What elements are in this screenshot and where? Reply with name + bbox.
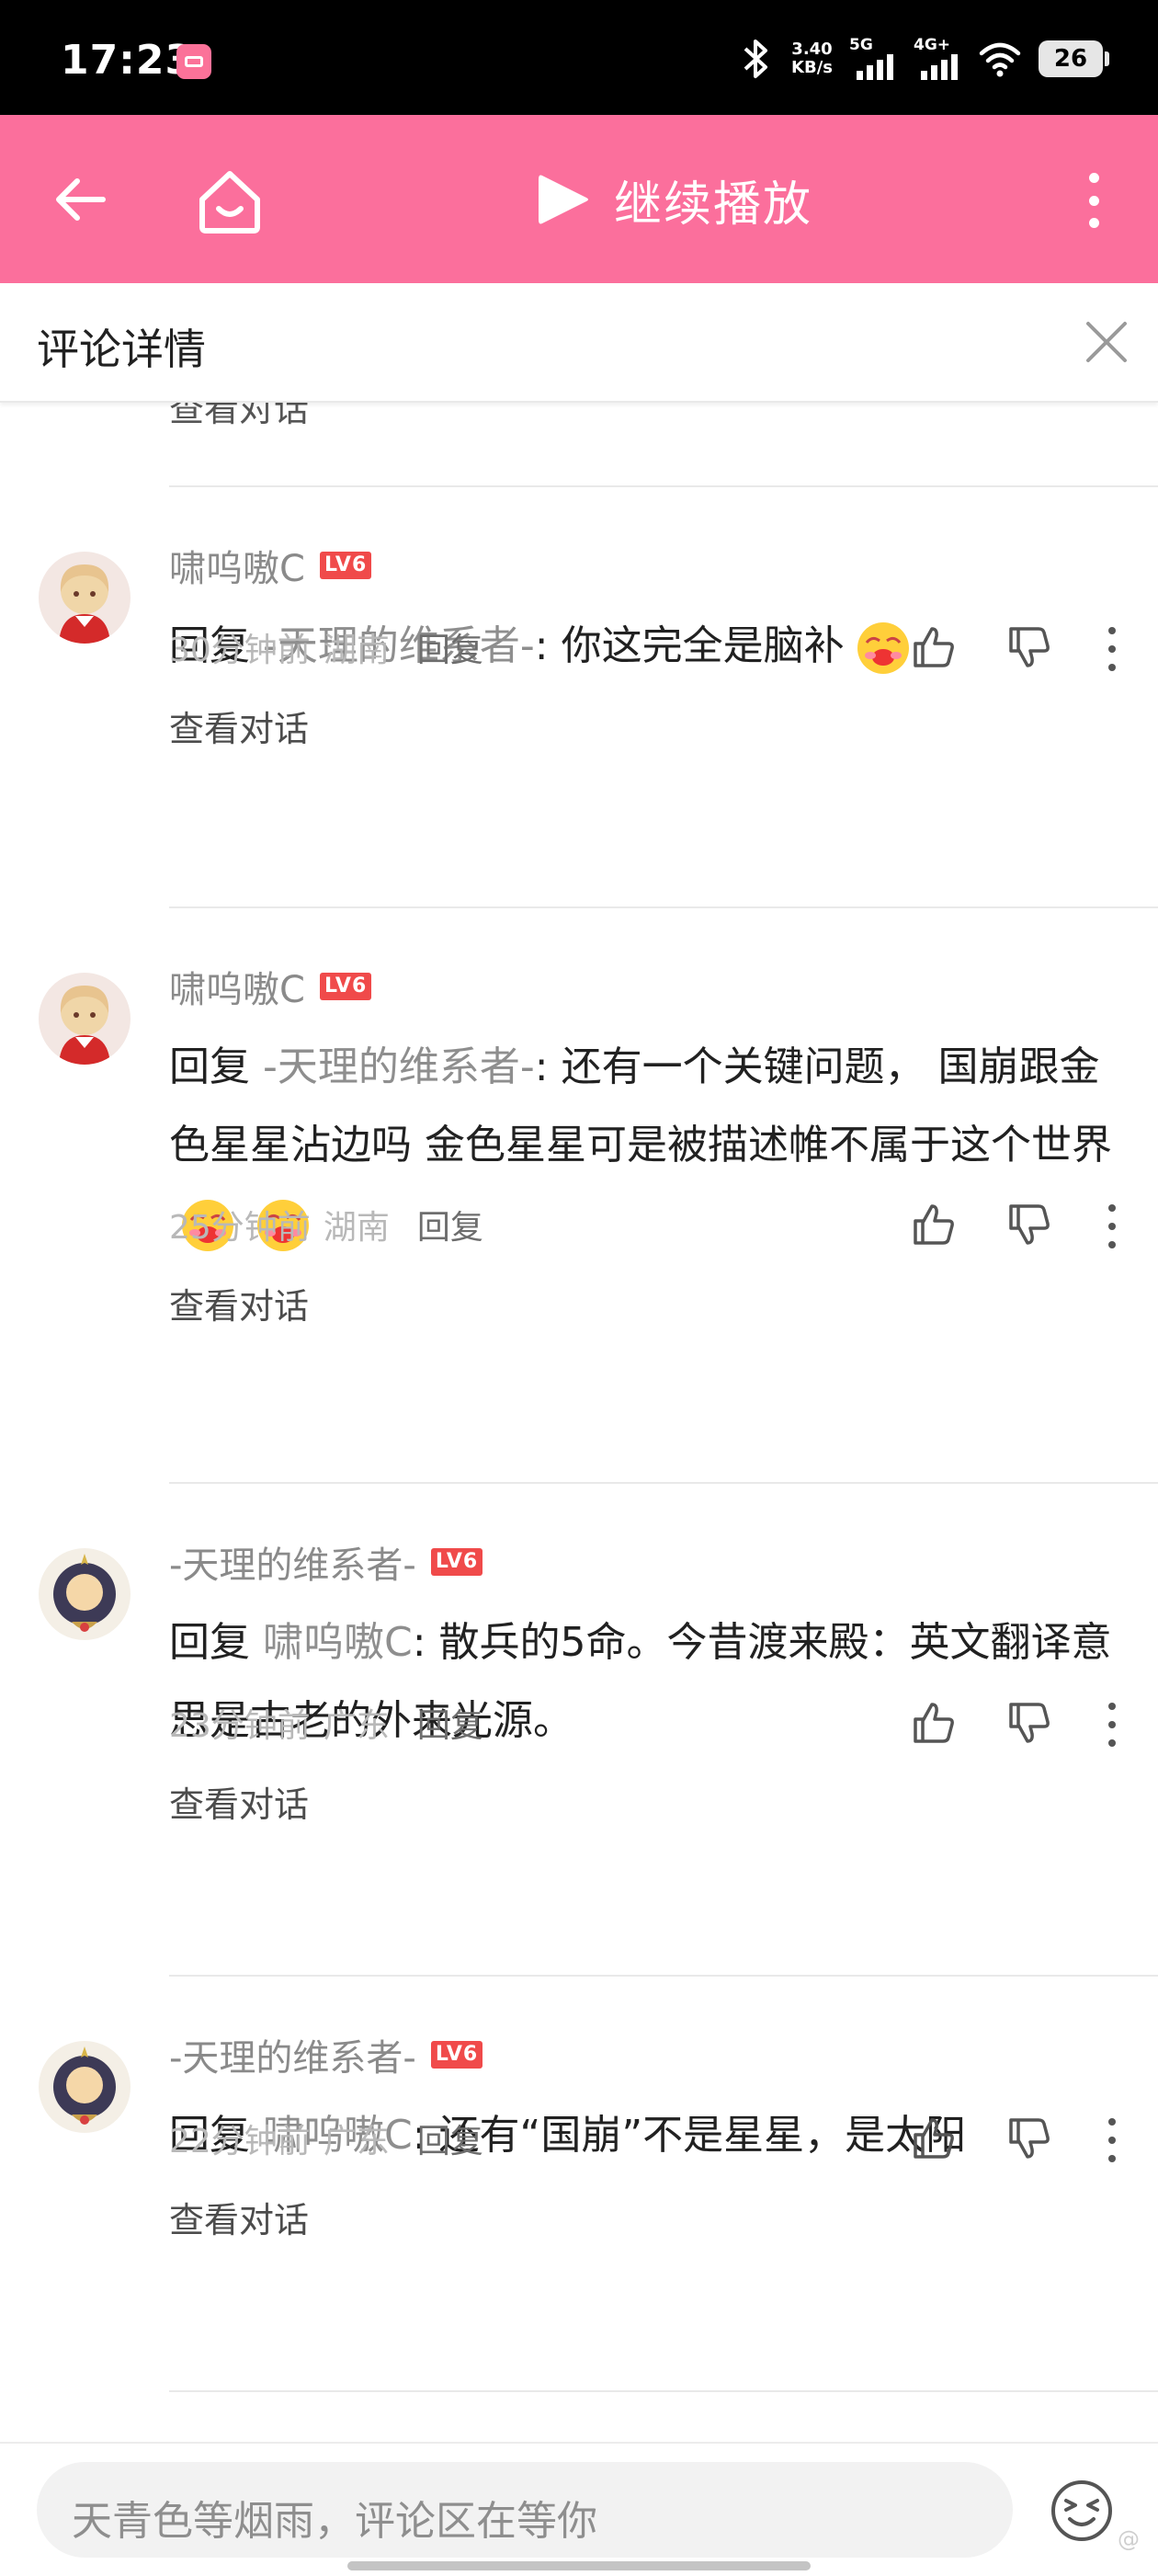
- level-badge: LV6: [430, 2041, 483, 2069]
- comment-region: 湖南: [323, 1209, 390, 1247]
- comment-meta: 23分钟前 广东 回复: [169, 1699, 483, 1747]
- avatar[interactable]: [39, 552, 131, 644]
- comment-input-placeholder: 天青色等烟雨，评论区在等你: [72, 2498, 597, 2545]
- comment-region: 广东: [323, 2123, 390, 2160]
- continue-play-label: 继续播放: [614, 177, 813, 233]
- divider: [169, 2390, 1158, 2392]
- comment-meta: 30分钟前 湖南 回复: [169, 623, 483, 671]
- comment-detail-header: 评论详情: [0, 283, 1158, 403]
- status-time: 17:23: [61, 37, 195, 84]
- reply-mention[interactable]: -天理的维系者-: [263, 1043, 535, 1090]
- reply-button[interactable]: 回复: [417, 1201, 483, 1248]
- view-conversation-link[interactable]: 查看对话: [169, 401, 309, 431]
- app-notification-icon: [176, 44, 211, 79]
- signal-icon: 5G: [849, 36, 897, 82]
- comment-meta: 25分钟前 湖南 回复: [169, 1201, 483, 1248]
- view-conversation-link[interactable]: 查看对话: [169, 1278, 309, 1328]
- more-vertical-icon[interactable]: [1107, 2118, 1118, 2162]
- comment-meta: 22分钟前 广东 回复: [169, 2114, 483, 2162]
- sim1-label: 5G: [849, 36, 873, 54]
- sim2-label: 4G+: [914, 36, 951, 54]
- status-bar: 17:23 3.40 KB/s 5G 4G+ 26: [0, 0, 1158, 115]
- level-badge: LV6: [319, 973, 372, 1000]
- net-speed: 3.40 KB/s: [791, 40, 833, 77]
- comment-list[interactable]: 查看对话 啸呜嗷C LV6 回复 -天理的维系者-: 你这完全是脑补 30分钟前…: [0, 401, 1158, 2442]
- comment-actions: [910, 1199, 1130, 1254]
- home-indicator[interactable]: [347, 2561, 811, 2570]
- more-vertical-icon[interactable]: [1107, 1204, 1118, 1248]
- divider: [169, 1482, 1158, 1484]
- signal-icon: 4G+: [914, 36, 961, 82]
- view-conversation-link[interactable]: 查看对话: [169, 1776, 309, 1827]
- watermark: @: [1118, 2526, 1140, 2552]
- emoji-face-icon[interactable]: [1050, 2479, 1114, 2543]
- more-vertical-icon[interactable]: [1107, 1703, 1118, 1747]
- wifi-icon: [979, 42, 1021, 77]
- avatar[interactable]: [39, 2041, 131, 2133]
- comment-username[interactable]: -天理的维系者- LV6: [169, 1535, 483, 1589]
- comment-input-bar: 天青色等烟雨，评论区在等你: [0, 2442, 1158, 2576]
- comment-username[interactable]: -天理的维系者- LV6: [169, 2028, 483, 2081]
- comment-time: 23分钟前: [169, 1707, 311, 1745]
- view-conversation-link[interactable]: 查看对话: [169, 701, 309, 751]
- reply-button[interactable]: 回复: [417, 623, 483, 671]
- net-speed-value: 3.40: [791, 40, 833, 59]
- thumbs-down-icon[interactable]: [1005, 2114, 1053, 2162]
- back-arrow-icon[interactable]: [51, 170, 110, 229]
- divider: [169, 485, 1158, 487]
- continue-play-button[interactable]: 继续播放: [533, 172, 812, 233]
- thumbs-down-icon[interactable]: [1005, 1201, 1053, 1248]
- battery-level: 26: [1053, 45, 1088, 73]
- avatar[interactable]: [39, 1548, 131, 1640]
- close-icon[interactable]: [1083, 318, 1130, 366]
- comment-time: 22分钟前: [169, 2123, 311, 2160]
- video-toolbar: 继续播放: [0, 115, 1158, 283]
- comment-region: 广东: [323, 1707, 390, 1745]
- view-conversation-link[interactable]: 查看对话: [169, 2192, 309, 2242]
- thumbs-up-icon[interactable]: [910, 1201, 958, 1248]
- divider: [169, 1975, 1158, 1977]
- divider: [169, 906, 1158, 908]
- comment-time: 30分钟前: [169, 632, 311, 669]
- sticker-emoji-icon: [857, 622, 909, 674]
- home-icon[interactable]: [193, 165, 267, 238]
- more-vertical-icon[interactable]: [1086, 173, 1101, 228]
- reply-button[interactable]: 回复: [417, 2114, 483, 2162]
- comment-username[interactable]: 啸呜嗷C LV6: [169, 539, 372, 592]
- level-badge: LV6: [319, 552, 372, 579]
- net-speed-unit: KB/s: [791, 58, 833, 77]
- thumbs-up-icon[interactable]: [910, 2114, 958, 2162]
- battery-icon: 26: [1039, 40, 1109, 77]
- comment-actions: [910, 621, 1130, 677]
- page-title: 评论详情: [37, 325, 206, 374]
- comment-username[interactable]: 啸呜嗷C LV6: [169, 960, 372, 1013]
- level-badge: LV6: [430, 1548, 483, 1576]
- bluetooth-icon: [744, 40, 768, 78]
- status-icons: 3.40 KB/s 5G 4G+ 26: [738, 31, 1109, 86]
- comment-time: 25分钟前: [169, 1209, 311, 1247]
- thumbs-down-icon[interactable]: [1005, 1699, 1053, 1747]
- comment-actions: [910, 1697, 1130, 1752]
- reply-button[interactable]: 回复: [417, 1699, 483, 1747]
- thumbs-down-icon[interactable]: [1005, 623, 1053, 671]
- play-icon: [539, 175, 588, 224]
- thumbs-up-icon[interactable]: [910, 623, 958, 671]
- reply-mention[interactable]: 啸呜嗷C: [263, 1619, 413, 1666]
- more-vertical-icon[interactable]: [1107, 627, 1118, 671]
- comment-actions: [910, 2113, 1130, 2168]
- comment-input[interactable]: 天青色等烟雨，评论区在等你: [37, 2462, 1013, 2558]
- thumbs-up-icon[interactable]: [910, 1699, 958, 1747]
- comment-region: 湖南: [323, 632, 390, 669]
- avatar[interactable]: [39, 973, 131, 1065]
